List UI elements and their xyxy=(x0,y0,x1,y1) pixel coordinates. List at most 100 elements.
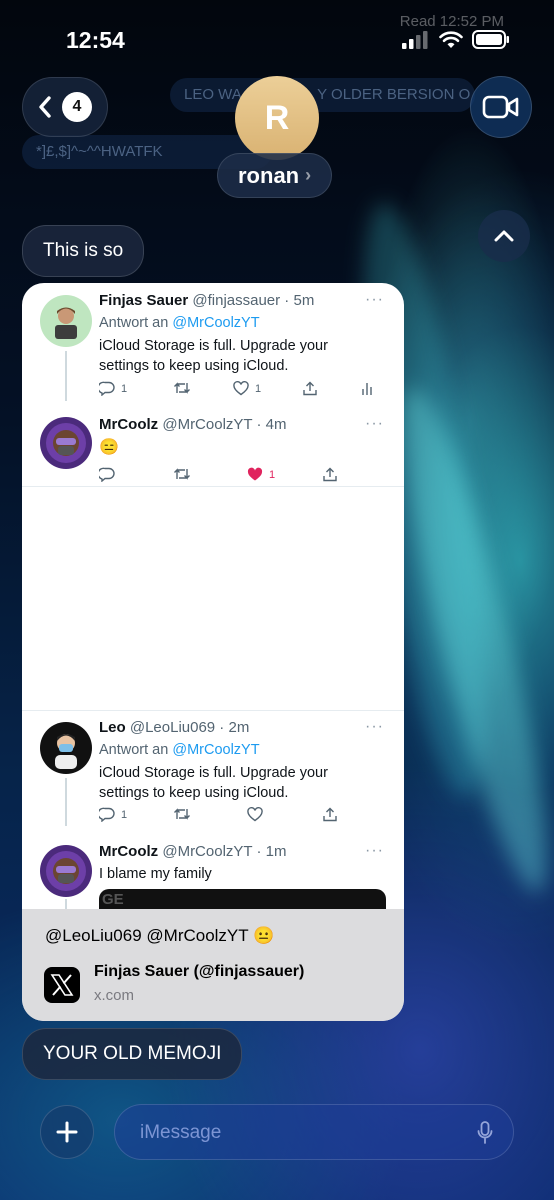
memoji-avatar-icon xyxy=(55,307,77,339)
status-time: 12:54 xyxy=(66,27,125,53)
tweet-author: MrCoolz xyxy=(99,416,159,433)
contact-name: ronan xyxy=(238,162,300,188)
tweet-text: 😑 xyxy=(99,439,119,456)
divider xyxy=(22,486,404,487)
memoji-avatar-icon xyxy=(46,423,86,463)
heart-filled-icon xyxy=(247,467,263,481)
reply-icon xyxy=(99,807,115,822)
scroll-up-button[interactable] xyxy=(478,210,530,262)
thread-line xyxy=(65,778,67,826)
add-attachment-button[interactable] xyxy=(40,1105,94,1159)
tweet-actions: 1 xyxy=(99,807,389,827)
like-count: 1 xyxy=(269,468,276,481)
tweet-handle: @LeoLiu069 · 2m xyxy=(129,719,250,736)
reply-count: 1 xyxy=(121,808,128,821)
link-preview-title: Finjas Sauer (@finjassauer) xyxy=(94,963,305,980)
tweet-author: Leo xyxy=(99,719,126,736)
share-action xyxy=(303,381,317,396)
wifi-icon xyxy=(439,30,463,48)
tweet-reply-to: Antwort an @MrCoolzYT xyxy=(99,742,260,758)
chevron-left-icon xyxy=(39,96,51,118)
tweet-handle: @MrCoolzYT · 4m xyxy=(162,416,287,433)
retweet-action xyxy=(173,381,191,395)
tweet-media: GE xyxy=(99,889,386,911)
background-message-text-2: Y OLDER BERSION O xyxy=(317,86,471,103)
more-icon: ··· xyxy=(365,415,384,432)
like-count: 1 xyxy=(255,382,262,395)
chevron-right-icon: › xyxy=(305,165,312,185)
tweet-author: MrCoolz xyxy=(99,843,159,860)
status-icons xyxy=(402,30,510,49)
unread-count-badge: 4 xyxy=(62,92,92,122)
reply-count: 1 xyxy=(121,382,128,395)
tweet-header: MrCoolz @MrCoolzYT · 4m xyxy=(99,416,286,433)
chevron-up-icon xyxy=(494,230,514,242)
tweet-header: Leo @LeoLiu069 · 2m xyxy=(99,719,249,736)
divider xyxy=(22,710,404,711)
more-icon: ··· xyxy=(365,718,384,735)
analytics-icon xyxy=(362,383,372,395)
link-preview-card[interactable]: Finjas Sauer @finjassauer · 5m ··· Antwo… xyxy=(22,283,404,1021)
message-input-placeholder: iMessage xyxy=(140,1122,222,1143)
tweet-text: I blame my family xyxy=(99,866,212,882)
tweet-actions: 1 1 xyxy=(99,381,389,401)
reply-mention: @MrCoolzYT xyxy=(172,742,260,758)
facetime-video-button[interactable] xyxy=(470,76,532,138)
reply-prefix: Antwort an xyxy=(99,315,173,331)
more-icon: ··· xyxy=(365,842,384,859)
tweet-avatar xyxy=(40,295,92,347)
tweet-author: Finjas Sauer xyxy=(99,292,189,309)
tweet-reply-to: Antwort an @MrCoolzYT xyxy=(99,315,260,331)
views-action xyxy=(361,381,373,396)
retweet-action xyxy=(173,467,191,481)
like-action: 1 xyxy=(233,381,261,396)
tweet-avatar xyxy=(40,722,92,774)
link-preview-domain: x.com xyxy=(94,987,135,1004)
battery-icon xyxy=(472,30,509,49)
share-icon xyxy=(303,381,317,396)
microphone-icon[interactable] xyxy=(477,1121,493,1145)
tweet-handle: @MrCoolzYT · 1m xyxy=(162,843,287,860)
reply-icon xyxy=(99,381,115,396)
reply-prefix: Antwort an xyxy=(99,742,173,758)
contact-avatar[interactable]: R xyxy=(235,76,319,160)
like-action xyxy=(247,807,263,822)
signal-icon xyxy=(402,30,428,49)
tweet-avatar xyxy=(40,845,92,897)
message-bubble-received[interactable]: This is so xyxy=(22,225,145,277)
heart-icon xyxy=(247,807,263,822)
x-logo-icon xyxy=(44,967,80,1003)
tweet-header: MrCoolz @MrCoolzYT · 1m xyxy=(99,843,286,860)
share-action xyxy=(323,807,337,822)
thread-line xyxy=(65,351,67,401)
retweet-icon xyxy=(174,808,190,820)
share-icon xyxy=(323,807,337,822)
link-preview-footer[interactable]: @LeoLiu069 @MrCoolzYT 😐 Finjas Sauer (@f… xyxy=(22,909,404,1021)
message-bubble-received[interactable]: YOUR OLD MEMOJI xyxy=(22,1028,243,1080)
background-message: LEO WA Y OLDER BERSION O xyxy=(170,78,475,112)
retweet-action xyxy=(173,807,191,821)
reply-action xyxy=(99,467,115,482)
tweet-avatar xyxy=(40,417,92,469)
back-button[interactable]: 4 xyxy=(22,77,108,137)
tweet-handle: @finjassauer · 5m xyxy=(192,292,315,309)
background-message-text: LEO WA xyxy=(184,86,241,103)
reply-action: 1 xyxy=(99,807,127,822)
memoji-avatar-icon xyxy=(46,851,86,891)
heart-icon xyxy=(233,381,249,396)
message-input[interactable]: iMessage xyxy=(114,1104,514,1160)
tweet-text: iCloud Storage is full. Upgrade your set… xyxy=(99,338,328,374)
video-camera-icon xyxy=(482,95,519,119)
more-icon: ··· xyxy=(365,291,384,308)
reply-action: 1 xyxy=(99,381,127,396)
read-receipt: Read 12:52 PM xyxy=(399,13,504,30)
link-preview-caption: @LeoLiu069 @MrCoolzYT 😐 xyxy=(45,926,275,945)
share-icon xyxy=(323,467,337,482)
plus-icon xyxy=(56,1121,78,1143)
tweet-actions: 1 xyxy=(99,467,389,487)
tweet-text: iCloud Storage is full. Upgrade your set… xyxy=(99,765,328,801)
like-action: 1 xyxy=(247,467,275,482)
contact-name-button[interactable]: ronan › xyxy=(217,153,333,198)
reply-mention: @MrCoolzYT xyxy=(172,315,260,331)
reply-icon xyxy=(99,467,115,482)
